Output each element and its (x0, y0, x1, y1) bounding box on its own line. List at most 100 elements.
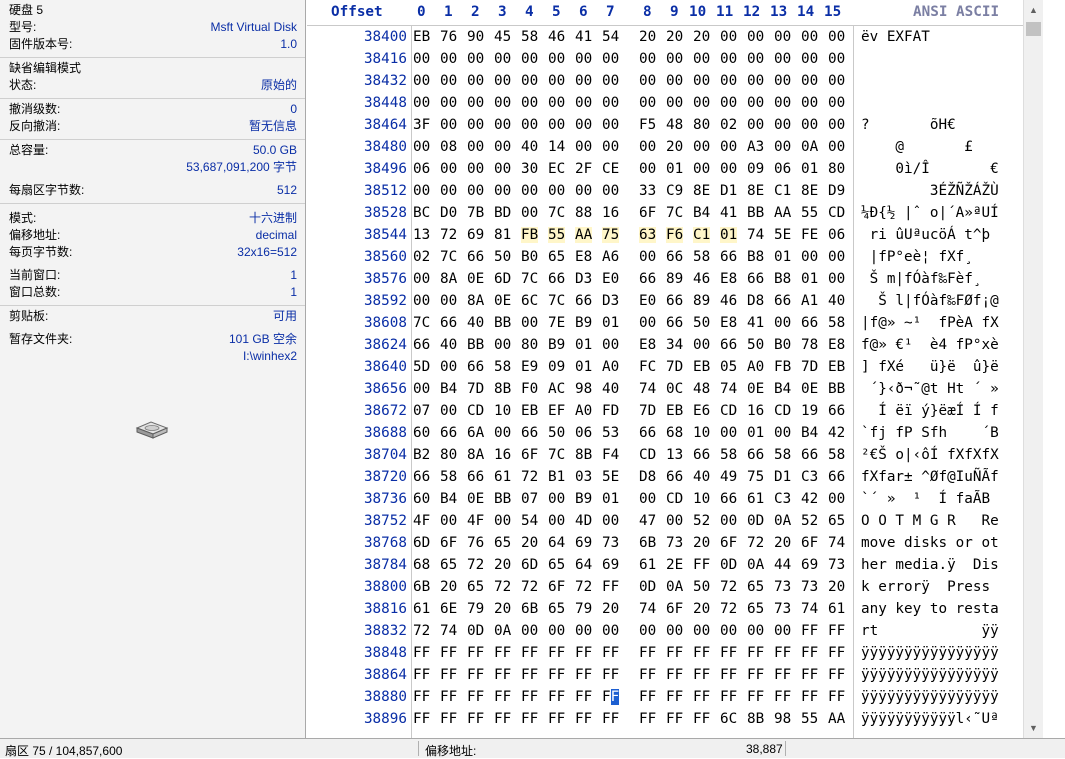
hex-row[interactable]: 38848 FF FF FF FF FF FF FF FF FF FF FF FF FF FF FF FF ÿÿÿ… (307, 642, 1023, 664)
hex-byte[interactable]: 7C (521, 271, 538, 287)
hex-byte[interactable]: 00 (467, 95, 484, 111)
hex-byte[interactable]: F0 (521, 381, 538, 397)
hex-byte[interactable]: 80 (521, 337, 538, 353)
ansi-text[interactable]: her media.ÿ Dis (861, 557, 999, 573)
hex-byte[interactable]: FF (494, 711, 511, 727)
hex-byte[interactable]: 00 (440, 73, 457, 89)
hex-byte[interactable]: 66 (440, 425, 457, 441)
hex-row[interactable]: 38512 00 00 00 00 00 00 00 00 33 C9 8E D1 8E C1 8E D9 3É… (307, 180, 1023, 202)
hex-byte[interactable]: 98 (575, 381, 592, 397)
hex-byte[interactable]: 74 (747, 227, 764, 243)
hex-byte[interactable]: A0 (575, 403, 592, 419)
hex-byte[interactable]: 6B (639, 535, 656, 551)
hex-byte[interactable]: 00 (548, 623, 565, 639)
hex-byte[interactable]: FF (720, 689, 737, 705)
hex-byte[interactable]: 58 (828, 447, 845, 463)
hex-byte[interactable]: 33 (639, 183, 656, 199)
hex-byte[interactable]: FF (693, 645, 710, 661)
hex-byte[interactable]: BC (413, 205, 430, 221)
hex-row[interactable]: 38400 EB 76 90 45 58 46 41 54 20 20 20 00 00 00 00 00 ëv … (307, 26, 1023, 48)
hex-byte[interactable]: 74 (639, 381, 656, 397)
hex-byte[interactable]: 72 (467, 557, 484, 573)
hex-byte[interactable]: 69 (801, 557, 818, 573)
hex-byte[interactable]: 20 (602, 601, 619, 617)
ansi-text[interactable]: 0ì/Î € (861, 161, 998, 177)
hex-byte[interactable]: 20 (494, 601, 511, 617)
hex-byte[interactable]: 00 (413, 271, 430, 287)
hex-byte[interactable]: 66 (720, 249, 737, 265)
hex-byte[interactable]: 66 (467, 469, 484, 485)
hex-byte[interactable]: EC (548, 161, 565, 177)
hex-byte[interactable]: 20 (440, 579, 457, 595)
hex-byte[interactable]: 00 (774, 139, 791, 155)
hex-byte[interactable]: A0 (747, 359, 764, 375)
hex-byte[interactable]: 65 (747, 579, 764, 595)
hex-byte[interactable]: 75 (747, 469, 764, 485)
hex-byte[interactable]: FF (467, 645, 484, 661)
hex-byte[interactable]: 65 (828, 513, 845, 529)
hex-row[interactable]: 38832 72 74 0D 0A 00 00 00 00 00 00 00 00 00 00 FF FF rt … (307, 620, 1023, 642)
hex-byte[interactable]: CD (720, 403, 737, 419)
hex-byte[interactable]: 00 (602, 623, 619, 639)
hex-byte[interactable]: 06 (413, 161, 430, 177)
hex-byte[interactable]: FF (666, 667, 683, 683)
hex-byte[interactable]: 65 (548, 601, 565, 617)
hex-byte[interactable]: A0 (602, 359, 619, 375)
scroll-thumb[interactable] (1026, 22, 1041, 36)
hex-byte[interactable]: 00 (521, 95, 538, 111)
hex-byte[interactable]: 72 (575, 579, 592, 595)
hex-byte[interactable]: EB (521, 403, 538, 419)
hex-byte[interactable]: 7D (801, 359, 818, 375)
hex-row[interactable]: 38768 6D 6F 76 65 20 64 69 73 6B 73 20 6F 72 20 6F 74 mov… (307, 532, 1023, 554)
hex-byte[interactable]: 58 (521, 29, 538, 45)
hex-byte[interactable]: FF (639, 711, 656, 727)
hex-byte[interactable]: 66 (801, 315, 818, 331)
hex-byte[interactable]: 10 (693, 491, 710, 507)
hex-byte[interactable]: 01 (666, 161, 683, 177)
hex-byte[interactable]: 3F (413, 117, 430, 133)
hex-byte[interactable]: 00 (747, 623, 764, 639)
hex-byte[interactable]: A6 (602, 249, 619, 265)
hex-byte[interactable]: 00 (467, 51, 484, 67)
hex-byte[interactable]: 00 (575, 183, 592, 199)
hex-byte[interactable]: 00 (548, 117, 565, 133)
hex-byte[interactable]: E6 (693, 403, 710, 419)
hex-byte[interactable]: 0C (666, 381, 683, 397)
ansi-text[interactable]: |fP°eè¦ fXf¸ (861, 249, 973, 265)
hex-row[interactable]: 38736 60 B4 0E BB 07 00 B9 01 00 CD 10 66 61 C3 42 00 `´ … (307, 488, 1023, 510)
hex-byte[interactable]: 00 (828, 95, 845, 111)
hex-byte[interactable]: BD (494, 205, 511, 221)
hex-byte[interactable]: 66 (521, 425, 538, 441)
cursor-byte[interactable]: F (610, 689, 620, 705)
hex-row[interactable]: 38496 06 00 00 00 30 EC 2F CE 00 01 00 00 09 06 01 80 0ì… (307, 158, 1023, 180)
hex-byte[interactable]: 66 (693, 447, 710, 463)
hex-byte[interactable]: 6F (720, 535, 737, 551)
hex-byte[interactable]: 6F (440, 535, 457, 551)
hex-row[interactable]: 38800 6B 20 65 72 72 6F 72 FF 0D 0A 50 72 65 73 73 20 k e… (307, 576, 1023, 598)
ansi-text[interactable]: |f@» ~¹ fPèA fX (861, 315, 999, 331)
hex-byte[interactable]: 0A (774, 513, 791, 529)
hex-byte[interactable]: 0D (639, 579, 656, 595)
hex-byte[interactable]: 00 (575, 73, 592, 89)
hex-byte[interactable]: FE (801, 227, 818, 243)
hex-byte[interactable]: BB (747, 205, 764, 221)
hex-byte[interactable]: B9 (575, 491, 592, 507)
hex-byte[interactable]: 72 (440, 227, 457, 243)
hex-byte[interactable]: 07 (413, 403, 430, 419)
hex-byte[interactable]: 66 (801, 447, 818, 463)
hex-byte[interactable]: 00 (828, 271, 845, 287)
hex-byte[interactable]: 7C (666, 205, 683, 221)
hex-byte[interactable]: 8A (467, 447, 484, 463)
hex-byte[interactable]: 00 (575, 139, 592, 155)
hex-row[interactable]: 38656 00 B4 7D 8B F0 AC 98 40 74 0C 48 74 0E B4 0E BB ´}… (307, 378, 1023, 400)
hex-byte[interactable]: 58 (720, 447, 737, 463)
hex-byte[interactable]: 52 (801, 513, 818, 529)
hex-byte[interactable]: A1 (801, 293, 818, 309)
hex-byte[interactable]: FF (666, 645, 683, 661)
hex-byte[interactable]: B4 (440, 491, 457, 507)
hex-byte[interactable]: 6B (521, 601, 538, 617)
hex-byte[interactable]: 01 (575, 359, 592, 375)
hex-row[interactable]: 38560 02 7C 66 50 B0 65 E8 A6 00 66 58 66 B8 01 00 00 |f… (307, 246, 1023, 268)
hex-byte[interactable]: C3 (801, 469, 818, 485)
hex-byte[interactable]: FF (828, 645, 845, 661)
